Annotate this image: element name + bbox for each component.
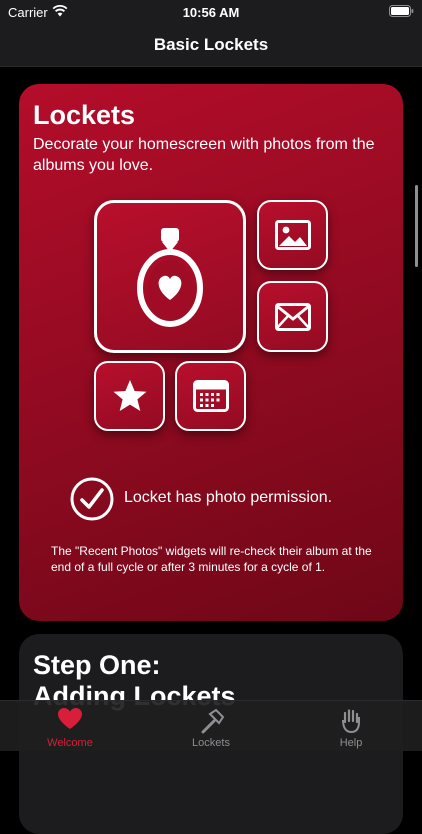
status-bar: Carrier 10:56 AM	[0, 0, 422, 24]
heart-icon	[58, 708, 82, 729]
permission-text: Locket has photo permission.	[124, 489, 333, 506]
star-widget-tile	[94, 361, 165, 431]
scroll-indicator	[415, 185, 418, 267]
battery-icon	[389, 5, 414, 17]
locket-heart-icon	[137, 227, 203, 327]
envelope-icon	[274, 302, 311, 331]
tab-label: Welcome	[47, 737, 93, 749]
status-time: 10:56 AM	[182, 5, 240, 20]
calendar-widget-tile	[175, 361, 246, 431]
hand-icon	[342, 709, 360, 734]
photo-icon	[274, 220, 311, 250]
lockets-card: Lockets Decorate your homescreen with ph…	[19, 84, 403, 621]
nav-title: Basic Lockets	[153, 35, 269, 54]
card-description: Decorate your homescreen with photos fro…	[33, 136, 375, 174]
photo-permission-status: Locket has photo permission.	[70, 477, 390, 521]
hammer-icon	[201, 708, 225, 734]
calendar-icon	[192, 380, 229, 412]
checkmark-circle-icon	[70, 477, 114, 521]
navigation-bar: Basic Lockets	[0, 24, 422, 67]
step-one-title-line1: Step One:	[33, 650, 161, 680]
tab-help[interactable]: Help	[301, 701, 401, 751]
locket-widget-tile	[94, 200, 246, 353]
recent-photos-note: The "Recent Photos" widgets will re-chec…	[51, 544, 372, 574]
tab-welcome[interactable]: Welcome	[20, 701, 120, 751]
star-icon	[113, 380, 146, 411]
photo-widget-tile	[257, 200, 328, 270]
tab-label: Lockets	[192, 737, 230, 749]
tab-bar: Welcome Lockets Help	[0, 700, 422, 751]
card-title: Lockets	[33, 100, 136, 130]
mail-widget-tile	[257, 281, 328, 352]
tab-label: Help	[339, 737, 363, 749]
tab-lockets[interactable]: Lockets	[161, 701, 261, 751]
